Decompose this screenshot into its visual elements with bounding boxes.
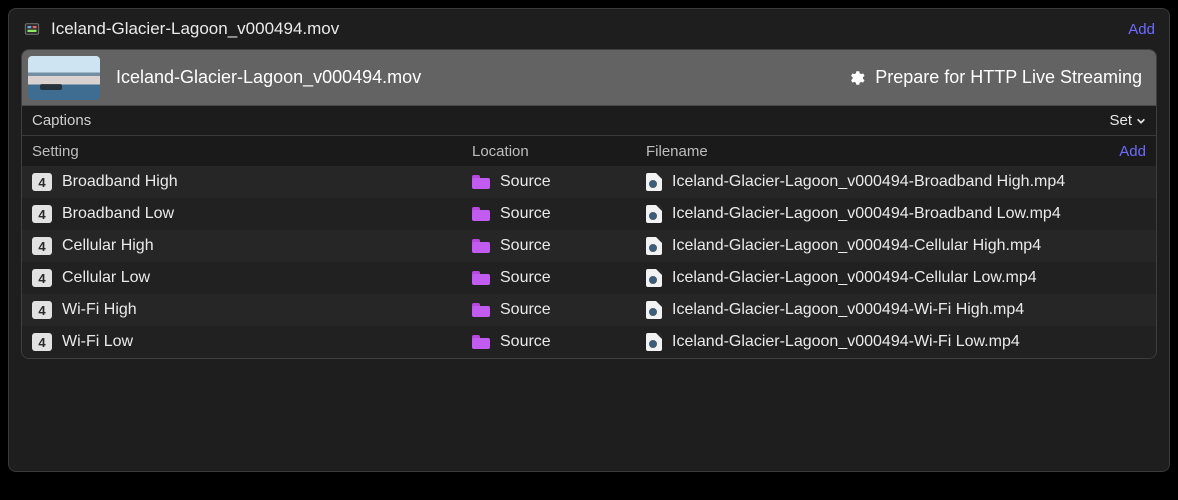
location-text: Source: [500, 269, 551, 287]
location-text: Source: [500, 333, 551, 351]
table-row[interactable]: 4 Wi-Fi Low Source Iceland-Glacier-Lagoon_v…: [22, 326, 1156, 358]
setting-text: Cellular High: [62, 237, 154, 255]
section-bar: Captions Set: [22, 106, 1156, 136]
cell-location: Source: [472, 301, 646, 319]
cell-setting: 4 Cellular Low: [32, 269, 472, 287]
folder-icon: [472, 335, 490, 349]
table-row[interactable]: 4 Broadband Low Source Iceland-Glacier-Lago…: [22, 198, 1156, 230]
cell-setting: 4 Cellular High: [32, 237, 472, 255]
table-row[interactable]: 4 Cellular High Source Iceland-Glacier-Lago…: [22, 230, 1156, 262]
preset-badge-icon: 4: [32, 173, 52, 191]
folder-icon: [472, 271, 490, 285]
file-icon: [646, 237, 662, 255]
banner: Iceland-Glacier-Lagoon_v000494.mov Prepa…: [22, 50, 1156, 106]
table-row[interactable]: 4 Cellular Low Source Iceland-Glacier-Lagoo…: [22, 262, 1156, 294]
cell-location: Source: [472, 205, 646, 223]
gear-icon: [847, 69, 865, 87]
action-label: Prepare for HTTP Live Streaming: [875, 67, 1142, 88]
location-text: Source: [500, 173, 551, 191]
column-location[interactable]: Location: [472, 143, 646, 160]
setting-text: Broadband Low: [62, 205, 174, 223]
add-button-row[interactable]: Add: [1119, 143, 1146, 160]
title-row: Iceland-Glacier-Lagoon_v000494.mov Add: [9, 9, 1169, 49]
filename-text: Iceland-Glacier-Lagoon_v000494-Broadband…: [672, 205, 1061, 223]
setting-text: Broadband High: [62, 173, 178, 191]
preset-badge-icon: 4: [32, 301, 52, 319]
cell-location: Source: [472, 237, 646, 255]
table-row[interactable]: 4 Broadband High Source Iceland-Glacier-Lag…: [22, 166, 1156, 198]
file-icon: [646, 173, 662, 191]
file-icon: [646, 301, 662, 319]
folder-icon: [472, 239, 490, 253]
preset-badge-icon: 4: [32, 237, 52, 255]
file-icon: [646, 269, 662, 287]
rows-container: 4 Broadband High Source Iceland-Glacier-Lag…: [22, 166, 1156, 358]
filename-text: Iceland-Glacier-Lagoon_v000494-Wi-Fi Low…: [672, 333, 1020, 351]
section-dropdown[interactable]: Set: [1109, 112, 1146, 129]
folder-icon: [472, 207, 490, 221]
setting-text: Wi-Fi High: [62, 301, 137, 319]
add-button-top[interactable]: Add: [1128, 21, 1155, 38]
cell-filename: Iceland-Glacier-Lagoon_v000494-Wi-Fi Hig…: [646, 301, 1146, 319]
thumbnail[interactable]: [28, 56, 100, 100]
cell-location: Source: [472, 173, 646, 191]
table-row[interactable]: 4 Wi-Fi High Source Iceland-Glacier-Lagoon_…: [22, 294, 1156, 326]
preset-badge-icon: 4: [32, 205, 52, 223]
setting-text: Wi-Fi Low: [62, 333, 133, 351]
batch-panel: Iceland-Glacier-Lagoon_v000494.mov Add I…: [8, 8, 1170, 472]
cell-filename: Iceland-Glacier-Lagoon_v000494-Broadband…: [646, 205, 1146, 223]
location-text: Source: [500, 301, 551, 319]
cell-filename: Iceland-Glacier-Lagoon_v000494-Cellular …: [646, 237, 1146, 255]
cell-location: Source: [472, 269, 646, 287]
app-icon: [23, 20, 41, 38]
filename-text: Iceland-Glacier-Lagoon_v000494-Broadband…: [672, 173, 1065, 191]
section-label: Captions: [32, 112, 1109, 129]
cell-filename: Iceland-Glacier-Lagoon_v000494-Broadband…: [646, 173, 1146, 191]
column-setting[interactable]: Setting: [32, 143, 472, 160]
cell-setting: 4 Broadband High: [32, 173, 472, 191]
action-button[interactable]: Prepare for HTTP Live Streaming: [847, 67, 1142, 88]
file-icon: [646, 205, 662, 223]
cell-setting: 4 Wi-Fi High: [32, 301, 472, 319]
banner-filename: Iceland-Glacier-Lagoon_v000494.mov: [116, 67, 847, 88]
file-icon: [646, 333, 662, 351]
preset-badge-icon: 4: [32, 269, 52, 287]
location-text: Source: [500, 237, 551, 255]
preset-badge-icon: 4: [32, 333, 52, 351]
filename-text: Iceland-Glacier-Lagoon_v000494-Cellular …: [672, 269, 1037, 287]
section-dropdown-label: Set: [1109, 112, 1132, 129]
filename-text: Iceland-Glacier-Lagoon_v000494-Wi-Fi Hig…: [672, 301, 1024, 319]
cell-setting: 4 Broadband Low: [32, 205, 472, 223]
column-header: Setting Location Filename Add: [22, 136, 1156, 166]
cell-location: Source: [472, 333, 646, 351]
cell-filename: Iceland-Glacier-Lagoon_v000494-Wi-Fi Low…: [646, 333, 1146, 351]
location-text: Source: [500, 205, 551, 223]
cell-filename: Iceland-Glacier-Lagoon_v000494-Cellular …: [646, 269, 1146, 287]
filename-text: Iceland-Glacier-Lagoon_v000494-Cellular …: [672, 237, 1041, 255]
column-filename[interactable]: Filename: [646, 143, 1119, 160]
folder-icon: [472, 175, 490, 189]
cell-setting: 4 Wi-Fi Low: [32, 333, 472, 351]
setting-text: Cellular Low: [62, 269, 150, 287]
chevron-down-icon: [1136, 116, 1146, 126]
page-title: Iceland-Glacier-Lagoon_v000494.mov: [51, 19, 1128, 39]
job-panel: Iceland-Glacier-Lagoon_v000494.mov Prepa…: [21, 49, 1157, 359]
folder-icon: [472, 303, 490, 317]
